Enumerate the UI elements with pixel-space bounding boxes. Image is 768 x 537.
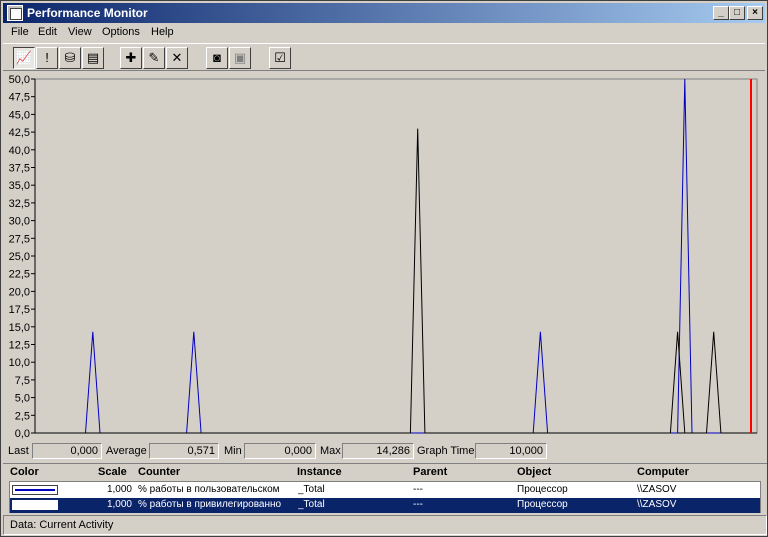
chart-view-icon: 📈: [15, 50, 33, 65]
average-value: 0,571: [149, 443, 219, 459]
snapshot-button[interactable]: ◙: [206, 47, 228, 69]
y-tick-label: 42,5: [9, 127, 30, 139]
modify-counter-icon: ✎: [148, 50, 160, 65]
legend-computer: \\ZASOV: [637, 499, 677, 510]
snapshot-icon: ◙: [213, 50, 221, 65]
minimize-button[interactable]: _: [713, 6, 729, 20]
y-tick-label: 47,5: [9, 92, 30, 104]
status-bar: Data: Current Activity: [3, 515, 767, 535]
alert-view-button[interactable]: !: [36, 47, 58, 69]
y-tick-label: 25,0: [9, 251, 30, 263]
legend-color-swatch: [12, 500, 58, 510]
app-icon[interactable]: [7, 5, 23, 21]
menu-view[interactable]: View: [68, 26, 92, 38]
legend-header-scale[interactable]: Scale: [98, 466, 127, 478]
modify-counter-button[interactable]: ✎: [143, 47, 165, 69]
status-text: Data: Current Activity: [10, 519, 114, 531]
legend-parent: ---: [413, 484, 423, 495]
y-tick-label: 50,0: [9, 74, 30, 86]
y-tick-label: 5,0: [15, 393, 30, 405]
menu-file[interactable]: File: [11, 26, 29, 38]
legend-list[interactable]: 1,000 % работы в пользовательском _Total…: [9, 481, 761, 513]
y-tick-label: 12,5: [9, 340, 30, 352]
y-tick-label: 17,5: [9, 304, 30, 316]
maximize-button[interactable]: □: [729, 6, 745, 20]
y-tick-label: 15,0: [9, 322, 30, 334]
graph-time-value: 10,000: [475, 443, 547, 459]
add-counter-icon: ✚: [125, 50, 137, 65]
y-tick-label: 37,5: [9, 163, 30, 175]
stats-bar: Last 0,000 Average 0,571 Min 0,000 Max 1…: [1, 441, 768, 461]
chart-svg: 0,0 2,5 5,0 7,5 10,0 12,5 15,0 17,5 20,0 22,5 25,0…: [9, 74, 758, 440]
options-icon: ☑: [274, 50, 286, 65]
y-tick-label: 30,0: [9, 216, 30, 228]
legend-header-parent[interactable]: Parent: [413, 466, 447, 478]
log-view-button[interactable]: ⛁: [59, 47, 81, 69]
export-icon: ▣: [233, 50, 247, 65]
legend-object: Процессор: [517, 499, 568, 510]
plot-frame: [34, 78, 758, 434]
options-button[interactable]: ☑: [269, 47, 291, 69]
legend-scale: 1,000: [106, 499, 132, 510]
y-tick-label: 10,0: [9, 357, 30, 369]
legend-scale: 1,000: [106, 484, 132, 495]
legend-header-computer[interactable]: Computer: [637, 466, 689, 478]
legend-object: Процессор: [517, 484, 568, 495]
max-label: Max: [320, 445, 341, 457]
legend-parent: ---: [413, 499, 423, 510]
max-value: 14,286: [342, 443, 414, 459]
legend-header-object[interactable]: Object: [517, 466, 551, 478]
legend-header: Color Scale Counter Instance Parent Obje…: [3, 463, 767, 481]
chart-area: 0,0 2,5 5,0 7,5 10,0 12,5 15,0 17,5 20,0 22,5 25,0…: [1, 73, 768, 441]
min-value: 0,000: [244, 443, 316, 459]
log-view-icon: ⛁: [64, 50, 76, 65]
legend-instance: _Total: [298, 484, 325, 495]
min-label: Min: [224, 445, 242, 457]
graph-time-label: Graph Time: [417, 445, 475, 457]
legend-counter: % работы в привилегированно: [138, 499, 282, 510]
legend-row[interactable]: 1,000 % работы в привилегированно _Total…: [10, 498, 760, 513]
report-view-icon: ▤: [86, 50, 100, 65]
chart-view-button[interactable]: 📈: [13, 47, 35, 69]
y-tick-label: 35,0: [9, 180, 30, 192]
last-value: 0,000: [32, 443, 102, 459]
last-label: Last: [8, 445, 29, 457]
export-button[interactable]: ▣: [229, 47, 251, 69]
alert-view-icon: !: [45, 50, 49, 65]
menu-bar: File Edit View Options Help: [3, 24, 765, 42]
y-tick-label: 40,0: [9, 145, 30, 157]
title-bar[interactable]: Performance Monitor _ □ ×: [3, 3, 765, 23]
y-tick-label: 0,0: [15, 428, 30, 440]
y-tick-label: 20,0: [9, 286, 30, 298]
menu-options[interactable]: Options: [102, 26, 140, 38]
legend-header-instance[interactable]: Instance: [297, 466, 342, 478]
delete-counter-icon: ✕: [171, 50, 183, 65]
legend-counter: % работы в пользовательском: [138, 484, 280, 495]
close-button[interactable]: ×: [747, 6, 763, 20]
y-tick-label: 22,5: [9, 269, 30, 281]
report-view-button[interactable]: ▤: [82, 47, 104, 69]
delete-counter-button[interactable]: ✕: [166, 47, 188, 69]
y-tick-label: 32,5: [9, 198, 30, 210]
swatch-line: [15, 489, 55, 491]
legend-instance: _Total: [298, 499, 325, 510]
y-tick-label: 27,5: [9, 233, 30, 245]
menu-help[interactable]: Help: [151, 26, 174, 38]
swatch-line: [15, 504, 55, 506]
add-counter-button[interactable]: ✚: [120, 47, 142, 69]
legend-header-counter[interactable]: Counter: [138, 466, 180, 478]
legend-computer: \\ZASOV: [637, 484, 677, 495]
y-tick-label: 2,5: [15, 410, 30, 422]
menu-edit[interactable]: Edit: [38, 26, 57, 38]
legend-header-color[interactable]: Color: [10, 466, 39, 478]
toolbar: 📈 ! ⛁ ▤ ✚ ✎ ✕ ◙ ▣ ☑: [3, 43, 765, 71]
legend-color-swatch: [12, 485, 58, 495]
performance-monitor-window: Performance Monitor _ □ × File Edit View…: [0, 0, 768, 537]
average-label: Average: [106, 445, 147, 457]
y-tick-label: 45,0: [9, 109, 30, 121]
legend-row[interactable]: 1,000 % работы в пользовательском _Total…: [10, 483, 760, 498]
window-title: Performance Monitor: [27, 6, 148, 20]
y-tick-label: 7,5: [15, 375, 30, 387]
